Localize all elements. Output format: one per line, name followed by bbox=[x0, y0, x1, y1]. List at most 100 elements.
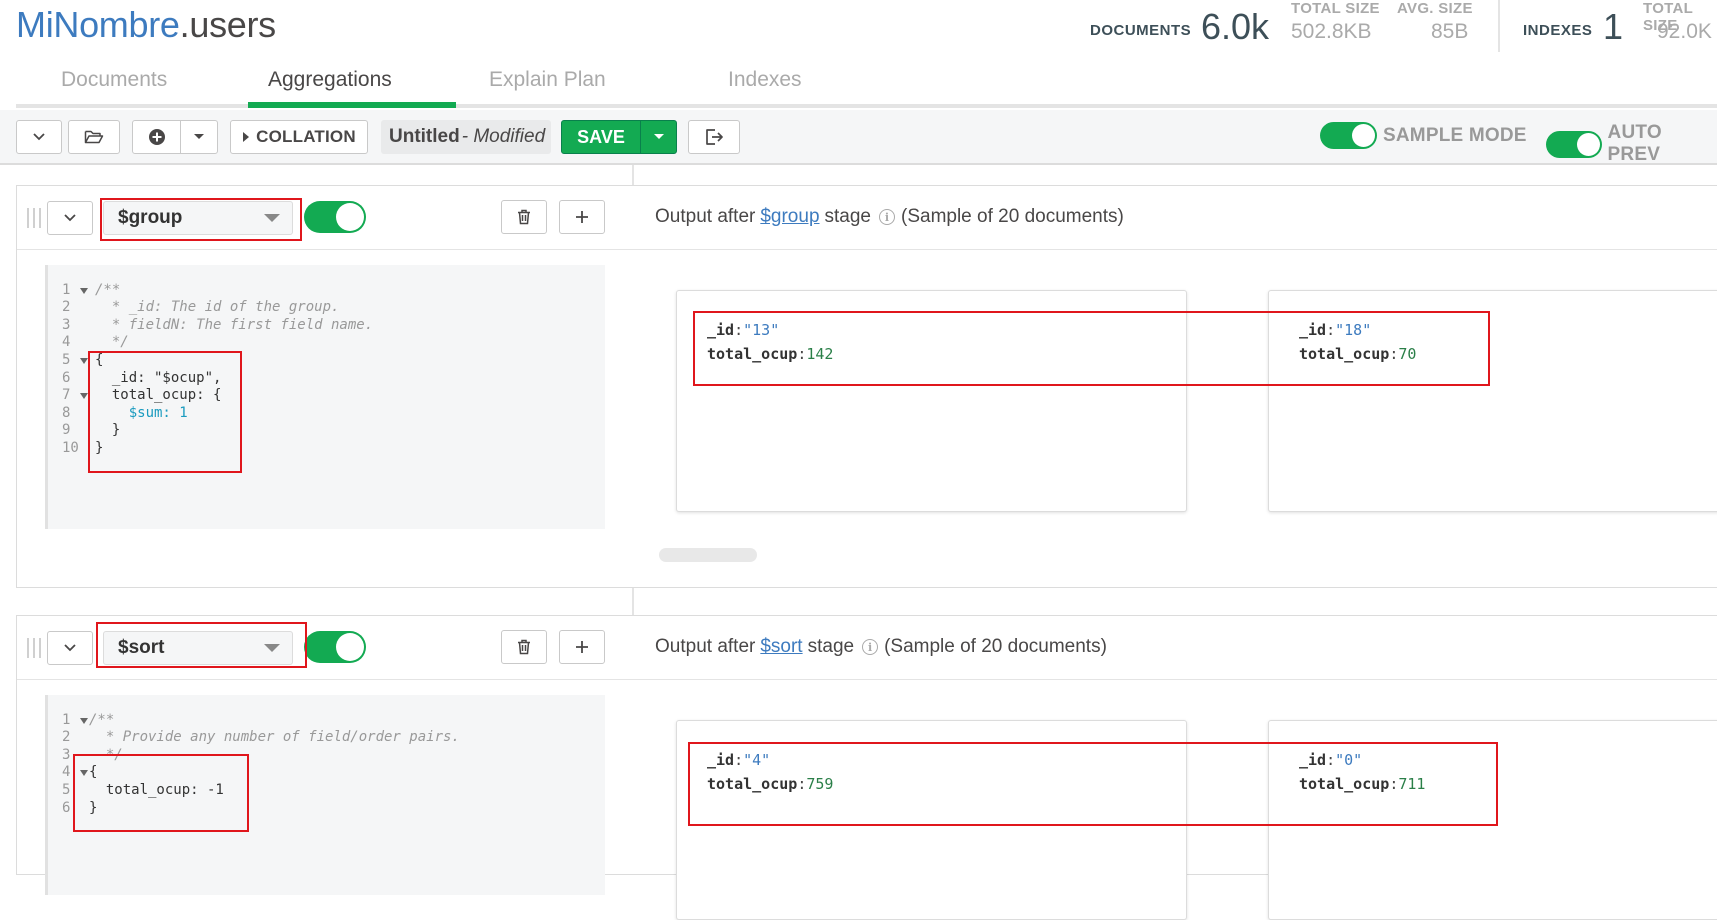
code-line: 2 * Provide any number of field/order pa… bbox=[62, 729, 460, 745]
delete-stage-button[interactable] bbox=[501, 200, 547, 234]
caret-down-icon bbox=[653, 134, 664, 139]
horizontal-scrollbar[interactable] bbox=[659, 548, 757, 562]
sample-mode-control: SAMPLE MODE bbox=[1320, 122, 1527, 149]
export-to-language-button[interactable] bbox=[688, 120, 740, 154]
documents-count: 6.0k bbox=[1201, 6, 1270, 47]
fold-arrow-icon[interactable] bbox=[80, 718, 88, 724]
stage-operator-value: $sort bbox=[118, 637, 165, 658]
code-line: 6 _id: "$ocup", bbox=[62, 370, 222, 386]
indexes-label: INDEXES bbox=[1523, 22, 1593, 39]
tab-documents[interactable]: Documents bbox=[61, 68, 167, 92]
document-field: _id:"13" bbox=[707, 321, 780, 339]
sample-mode-label: SAMPLE MODE bbox=[1383, 124, 1527, 146]
avg-size-label: AVG. SIZE bbox=[1397, 0, 1473, 17]
fold-arrow-icon[interactable] bbox=[80, 358, 88, 364]
stage-operator-select[interactable]: $group bbox=[103, 201, 293, 235]
code-line: 1/** bbox=[62, 282, 121, 298]
new-pipeline-button[interactable] bbox=[133, 121, 181, 153]
stage-enabled-toggle[interactable] bbox=[304, 631, 366, 663]
auto-preview-toggle[interactable] bbox=[1546, 130, 1602, 158]
collapse-stage-button[interactable] bbox=[47, 201, 93, 235]
auto-preview-control: AUTO PREV bbox=[1546, 122, 1717, 166]
export-icon bbox=[706, 129, 723, 145]
code-line: 4{ bbox=[62, 764, 98, 780]
code-line: 5 total_ocup: -1 bbox=[62, 782, 224, 798]
add-stage-after-button[interactable] bbox=[559, 200, 605, 234]
stage-enabled-toggle[interactable] bbox=[304, 201, 366, 233]
database-name[interactable]: MiNombre bbox=[16, 4, 180, 45]
stage-code-editor[interactable]: 1/** 2 * _id: The id of the group. 3 * f… bbox=[45, 265, 605, 529]
namespace-title: MiNombre.users bbox=[16, 4, 276, 46]
result-document-card[interactable]: _id:"0" total_ocup:711 bbox=[1268, 720, 1717, 920]
active-tab-indicator bbox=[248, 102, 456, 108]
chevron-down-icon bbox=[64, 644, 76, 652]
add-stage-after-button[interactable] bbox=[559, 630, 605, 664]
pipeline-name-field[interactable]: Untitled - Modified bbox=[381, 120, 551, 154]
collection-tabs: Documents Aggregations Explain Plan Inde… bbox=[16, 60, 1717, 110]
code-line: 10} bbox=[62, 440, 104, 456]
code-line: 3 * fieldN: The first field name. bbox=[62, 317, 374, 333]
drag-handle-icon[interactable] bbox=[27, 208, 41, 228]
collapse-stage-button[interactable] bbox=[47, 631, 93, 665]
code-line: 5{ bbox=[62, 352, 104, 368]
save-options-caret[interactable] bbox=[641, 121, 676, 153]
total-size-label: TOTAL SIZE bbox=[1291, 0, 1380, 17]
tab-indexes[interactable]: Indexes bbox=[728, 68, 802, 92]
sample-count-text: (Sample of 20 documents) bbox=[901, 206, 1124, 227]
stage-operator-value: $group bbox=[118, 207, 183, 228]
caret-down-icon bbox=[194, 134, 204, 139]
pipeline-name: Untitled bbox=[389, 126, 460, 147]
toggle-pipeline-button[interactable] bbox=[16, 120, 62, 154]
pipeline-toolbar: COLLATION Untitled - Modified SAVE SAMPLE… bbox=[0, 110, 1717, 165]
delete-stage-button[interactable] bbox=[501, 630, 547, 664]
stage-output-header: Output after $sort stage i (Sample of 20… bbox=[655, 636, 1107, 658]
document-field: _id:"4" bbox=[707, 751, 771, 769]
pipeline-stage: $group Output after $group stage i (Samp… bbox=[16, 185, 1717, 588]
tab-explain-plan[interactable]: Explain Plan bbox=[489, 68, 606, 92]
stage-operator-select[interactable]: $sort bbox=[103, 631, 293, 665]
tab-aggregations[interactable]: Aggregations bbox=[268, 68, 392, 92]
document-field: total_ocup:142 bbox=[707, 345, 834, 363]
sample-count-text: (Sample of 20 documents) bbox=[884, 636, 1107, 657]
output-prefix: Output after bbox=[655, 636, 756, 657]
fold-arrow-icon[interactable] bbox=[80, 393, 88, 399]
save-button[interactable]: SAVE bbox=[562, 121, 641, 153]
caret-right-icon bbox=[243, 132, 250, 142]
drag-handle-icon[interactable] bbox=[27, 638, 41, 658]
index-total-size-value: 92.0K bbox=[1657, 20, 1712, 43]
auto-preview-label: AUTO PREV bbox=[1607, 122, 1662, 165]
new-pipeline-caret[interactable] bbox=[181, 121, 217, 153]
output-prefix: Output after bbox=[655, 206, 756, 227]
result-document-card[interactable]: _id:"18" total_ocup:70 bbox=[1268, 290, 1717, 512]
output-suffix: stage bbox=[824, 206, 871, 227]
stage-operator-doc-link[interactable]: $sort bbox=[760, 636, 802, 658]
collection-name: .users bbox=[179, 4, 277, 45]
code-line: 7 total_ocup: { bbox=[62, 387, 222, 403]
select-caret-icon bbox=[264, 214, 280, 222]
info-icon[interactable]: i bbox=[879, 209, 895, 225]
collation-label: COLLATION bbox=[256, 127, 356, 146]
result-document-card[interactable]: _id:"13" total_ocup:142 bbox=[676, 290, 1187, 512]
code-line: 3 */ bbox=[62, 747, 123, 763]
document-field: total_ocup:711 bbox=[1299, 775, 1426, 793]
plus-circle-icon bbox=[148, 129, 165, 145]
stage-header: $group Output after $group stage i (Samp… bbox=[17, 186, 1717, 250]
stage-code-editor[interactable]: 1/** 2 * Provide any number of field/ord… bbox=[45, 695, 605, 895]
stage-operator-doc-link[interactable]: $group bbox=[760, 206, 819, 228]
document-field: total_ocup:759 bbox=[707, 775, 834, 793]
open-saved-pipelines-button[interactable] bbox=[68, 120, 120, 154]
fold-arrow-icon[interactable] bbox=[80, 288, 88, 294]
code-line: 9 } bbox=[62, 422, 121, 438]
stats-divider bbox=[1498, 0, 1500, 52]
collation-button[interactable]: COLLATION bbox=[230, 120, 368, 154]
sample-mode-toggle[interactable] bbox=[1320, 122, 1377, 149]
trash-icon bbox=[518, 639, 530, 655]
result-document-card[interactable]: _id:"4" total_ocup:759 bbox=[676, 720, 1187, 920]
new-pipeline-dropdown[interactable] bbox=[132, 120, 218, 154]
output-suffix: stage bbox=[807, 636, 855, 657]
indexes-count: 1 bbox=[1603, 6, 1624, 47]
documents-label: DOCUMENTS bbox=[1090, 22, 1192, 39]
fold-arrow-icon[interactable] bbox=[80, 770, 88, 776]
info-icon[interactable]: i bbox=[862, 639, 879, 655]
folder-open-icon bbox=[84, 130, 104, 144]
